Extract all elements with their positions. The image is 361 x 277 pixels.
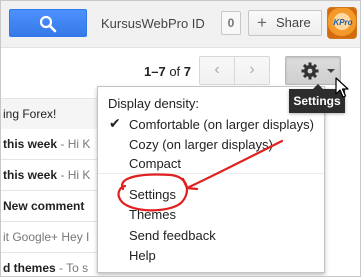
menu-item-label: Help [129, 248, 156, 263]
email-subject: this week [3, 168, 58, 182]
newer-button[interactable]: › [234, 56, 270, 85]
pager-total: 7 [183, 64, 192, 79]
avatar-logo-text: KPro [333, 18, 353, 27]
list-item[interactable]: it Google+ Hey I [1, 222, 101, 253]
chevron-left-icon: ‹ [214, 61, 220, 78]
top-bar: KursusWebPro ID 0 + Share KPro [1, 1, 360, 48]
menu-item-label: Send feedback [129, 228, 216, 243]
email-snippet: - To s [55, 261, 89, 275]
menu-item-themes[interactable]: Themes [98, 205, 324, 225]
email-subject: d themes [3, 261, 56, 275]
menu-item-help[interactable]: Help [98, 246, 324, 266]
checkmark-icon: ✔ [109, 115, 121, 131]
pager-range: 1–7 [144, 64, 166, 79]
menu-item-label: Compact [129, 156, 182, 171]
list-item[interactable]: this week - Hi K [1, 160, 101, 191]
menu-item-send-feedback[interactable]: Send feedback [98, 226, 324, 246]
menu-item-cozy[interactable]: Cozy (on larger displays) [98, 135, 324, 155]
menu-item-label: Comfortable (on larger displays) [129, 117, 314, 132]
chevron-down-icon [327, 69, 335, 73]
email-snippet: - Hi K [57, 168, 91, 182]
settings-dropdown-menu: Display density: ✔ Comfortable (on large… [97, 86, 325, 273]
list-item[interactable]: d themes - To s [1, 253, 101, 276]
search-icon [39, 15, 57, 33]
menu-item-label: Themes [129, 207, 176, 222]
list-item[interactable]: New comment [1, 191, 101, 222]
pager-of: of [169, 64, 181, 79]
gmail-window: KursusWebPro ID 0 + Share KPro 1–7 of 7 … [0, 0, 361, 277]
email-snippet: - Hi K [57, 137, 91, 151]
menu-item-compact[interactable]: Compact [98, 154, 324, 174]
list-item[interactable]: this week - Hi K [1, 129, 101, 160]
chevron-right-icon: › [249, 61, 255, 78]
older-button[interactable]: ‹ [199, 56, 235, 85]
menu-divider [98, 173, 324, 174]
settings-gear-button[interactable] [285, 56, 341, 85]
menu-item-comfortable[interactable]: ✔ Comfortable (on larger displays) [98, 115, 324, 135]
email-snippet: it Google+ Hey I [3, 230, 90, 244]
share-label: Share [276, 15, 311, 30]
avatar[interactable]: KPro [327, 7, 357, 39]
menu-item-settings[interactable]: Settings [98, 185, 324, 205]
notification-count[interactable]: 0 [221, 11, 241, 35]
share-button[interactable]: + Share [248, 10, 322, 36]
gear-icon [301, 62, 319, 80]
list-section-title: ing Forex! [3, 107, 57, 121]
plus-icon: + [257, 13, 267, 32]
pager-text: 1–7 of 7 [144, 64, 191, 79]
menu-item-label: Settings [129, 187, 176, 202]
menu-item-label: Cozy (on larger displays) [129, 137, 273, 152]
mouse-cursor-icon [335, 77, 349, 98]
search-button[interactable] [9, 9, 87, 37]
account-name[interactable]: KursusWebPro ID [101, 16, 205, 31]
email-subject: New comment [3, 199, 85, 213]
display-density-heading: Display density: [108, 96, 200, 111]
list-section-header: ing Forex! [1, 98, 101, 130]
email-subject: this week [3, 137, 58, 151]
